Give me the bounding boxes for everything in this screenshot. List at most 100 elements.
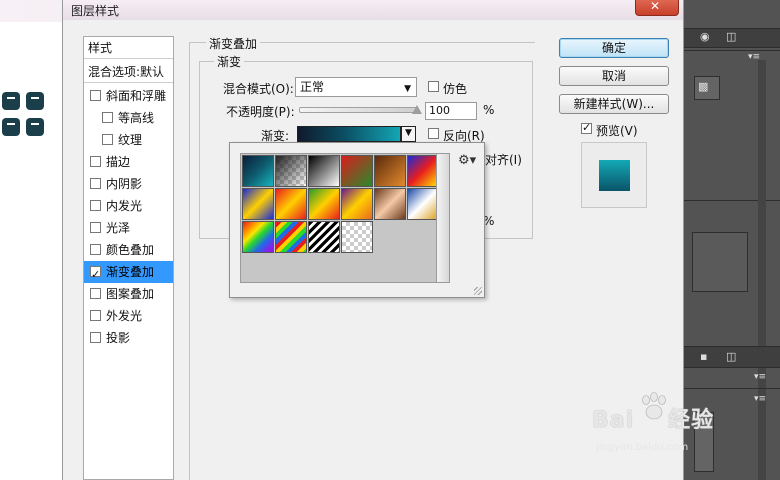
close-icon: ✕ <box>650 0 661 13</box>
dither-label: 仿色 <box>443 82 468 96</box>
gradient-preset-swatch[interactable] <box>242 155 274 187</box>
gradient-preset-swatch[interactable] <box>374 188 406 220</box>
panel-menu-icon-3[interactable]: ▾≡ <box>754 394 766 404</box>
opacity-slider[interactable] <box>299 107 417 113</box>
chevron-down-icon: ▼ <box>404 84 411 94</box>
style-preview-box <box>581 142 647 208</box>
styles-list-header[interactable]: 样式 <box>84 37 173 59</box>
gear-icon[interactable]: ⚙▾ <box>458 153 476 168</box>
blend-mode-select[interactable]: 正常 ▼ <box>295 77 417 97</box>
subsection-title: 渐变 <box>214 53 245 70</box>
style-item[interactable]: 外发光 <box>84 305 173 327</box>
gradient-preset-swatch[interactable] <box>407 155 439 187</box>
chevron-down-icon: ▼ <box>405 128 412 138</box>
watermark-url: jingyan.baidu.com <box>596 442 689 453</box>
blend-options-item[interactable]: 混合选项:默认 <box>84 61 173 83</box>
style-item-checkbox[interactable] <box>90 288 101 299</box>
opacity-label: 不透明度(P): <box>226 105 295 119</box>
style-item-checkbox[interactable] <box>90 200 101 211</box>
background-area <box>0 0 62 480</box>
resize-grip-icon[interactable] <box>474 287 482 295</box>
dialog-title: 图层样式 <box>71 4 120 18</box>
styles-list: 样式 混合选项:默认 斜面和浮雕等高线纹理描边内阴影内发光光泽颜色叠加渐变叠加图… <box>83 36 174 480</box>
trash-icon: ◫ <box>726 30 737 43</box>
style-item-label: 内发光 <box>106 199 143 213</box>
style-item-checkbox[interactable] <box>90 222 101 233</box>
baidu-watermark: Bai 经验 jingyan.baidu.com <box>592 392 742 462</box>
style-item-checkbox[interactable] <box>102 112 113 123</box>
new-style-button[interactable]: 新建样式(W)... <box>559 94 669 114</box>
dither-checkbox[interactable] <box>428 81 439 92</box>
camera-icon: ◉ <box>700 30 710 43</box>
style-item-checkbox[interactable] <box>90 178 101 189</box>
style-item[interactable]: 纹理 <box>84 129 173 151</box>
style-item[interactable]: 投影 <box>84 327 173 349</box>
cancel-button[interactable]: 取消 <box>559 66 669 86</box>
preview-label: 预览(V) <box>596 124 638 138</box>
style-item[interactable]: 渐变叠加 <box>84 261 173 286</box>
panel-menu-icon-2[interactable]: ▾≡ <box>754 372 766 382</box>
style-item-checkbox[interactable] <box>90 156 101 167</box>
align-label: 对齐(I) <box>485 153 522 167</box>
gradient-preset-swatch[interactable] <box>374 155 406 187</box>
style-item-label: 光泽 <box>106 221 131 235</box>
style-item-checkbox[interactable] <box>90 244 101 255</box>
section-title-text: 渐变叠加 <box>206 35 261 52</box>
style-item[interactable]: 颜色叠加 <box>84 239 173 261</box>
style-item-label: 斜面和浮雕 <box>106 89 167 103</box>
group-icon: ▩ <box>698 80 709 93</box>
preset-scrollbar[interactable] <box>436 153 450 283</box>
ok-button[interactable]: 确定 <box>559 38 669 58</box>
gradient-picker-popup: ⚙▾ <box>229 142 485 298</box>
gradient-preset-swatch[interactable] <box>341 188 373 220</box>
style-item-label: 图案叠加 <box>106 287 155 301</box>
gradient-preset-swatch[interactable] <box>308 155 340 187</box>
layer-style-dialog: 图层样式 ✕ 样式 混合选项:默认 斜面和浮雕等高线纹理描边内阴影内发光光泽颜色… <box>62 0 684 480</box>
opacity-slider-thumb[interactable] <box>412 105 422 114</box>
gradient-preset-swatch[interactable] <box>407 188 439 220</box>
trash-icon-2[interactable]: ◫ <box>726 350 736 363</box>
gradient-dropdown-button[interactable]: ▼ <box>401 126 416 142</box>
style-item-label: 等高线 <box>118 111 155 125</box>
gradient-preset-swatch[interactable] <box>275 188 307 220</box>
gradient-preset-swatch[interactable] <box>242 188 274 220</box>
gradient-preset-swatch[interactable] <box>275 221 307 253</box>
style-item-checkbox[interactable] <box>90 310 101 321</box>
dialog-titlebar[interactable]: 图层样式 ✕ <box>63 0 683 20</box>
gradient-preset-swatch[interactable] <box>275 155 307 187</box>
blend-mode-value: 正常 <box>300 80 325 94</box>
style-item-label: 纹理 <box>118 133 143 147</box>
style-item-checkbox[interactable] <box>90 332 101 343</box>
panel-scrollbar[interactable] <box>758 60 766 480</box>
close-button[interactable]: ✕ <box>635 0 679 16</box>
gradient-preset-swatch[interactable] <box>341 155 373 187</box>
style-item[interactable]: 内阴影 <box>84 173 173 195</box>
style-item-checkbox[interactable] <box>90 264 101 286</box>
style-item-label: 描边 <box>106 155 131 169</box>
gradient-preset-swatch[interactable] <box>242 221 274 253</box>
gradient-preset-swatch[interactable] <box>308 221 340 253</box>
style-item[interactable]: 内发光 <box>84 195 173 217</box>
opacity-unit: % <box>483 103 495 117</box>
style-item[interactable]: 光泽 <box>84 217 173 239</box>
style-preview-swatch <box>599 160 630 191</box>
style-item-label: 外发光 <box>106 309 143 323</box>
new-layer-icon[interactable]: ▪ <box>700 350 707 363</box>
preview-checkbox[interactable] <box>581 121 592 134</box>
opacity-input[interactable]: 100 <box>425 102 477 120</box>
gradient-preview-bar[interactable] <box>297 126 401 142</box>
style-item[interactable]: 斜面和浮雕 <box>84 85 173 107</box>
watermark-brand: Bai 经验 <box>592 408 715 433</box>
style-item-label: 投影 <box>106 331 131 345</box>
style-item[interactable]: 描边 <box>84 151 173 173</box>
style-item-label: 内阴影 <box>106 177 143 191</box>
style-item[interactable]: 等高线 <box>84 107 173 129</box>
reverse-checkbox[interactable] <box>428 128 439 139</box>
style-item[interactable]: 图案叠加 <box>84 283 173 305</box>
gradient-preset-swatch[interactable] <box>341 221 373 253</box>
style-item-label: 颜色叠加 <box>106 243 155 257</box>
style-item-checkbox[interactable] <box>102 134 113 145</box>
style-item-checkbox[interactable] <box>90 90 101 101</box>
gradient-preset-swatch[interactable] <box>308 188 340 220</box>
blend-mode-label: 混合模式(O): <box>223 82 294 96</box>
